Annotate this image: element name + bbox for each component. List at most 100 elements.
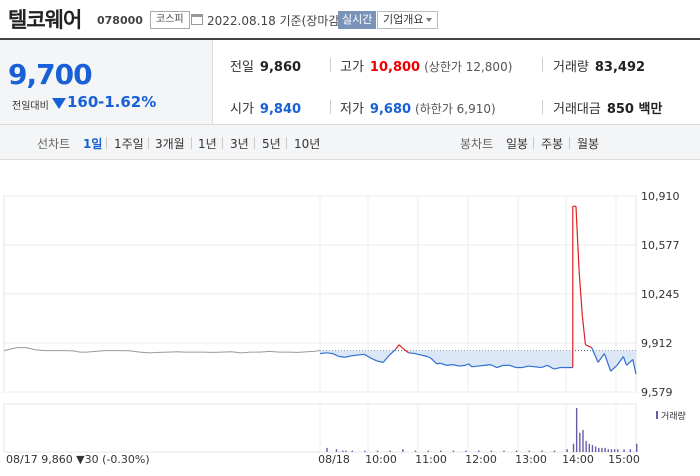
- volume-bar: [572, 443, 575, 452]
- x-tick-label: 14:00: [562, 453, 594, 466]
- volume-bar: [566, 449, 568, 452]
- volume-bar: [364, 450, 366, 452]
- price-segment: [326, 352, 333, 355]
- stock-code: 078000: [97, 14, 143, 27]
- divider: [222, 137, 223, 149]
- quote-value: 9,680: [369, 102, 412, 117]
- divider: [148, 137, 149, 149]
- volume-bar: [582, 430, 584, 452]
- volume-bar: [440, 450, 442, 452]
- price-segment: [581, 315, 587, 345]
- market-badge: 코스피: [150, 11, 190, 29]
- volume-bar: [623, 449, 625, 452]
- base-date: 2022.08.18 기준(장마감): [207, 14, 345, 28]
- quote-value: 83,492: [594, 60, 646, 75]
- price-segment: [398, 344, 403, 349]
- candle-weekly[interactable]: 주봉: [541, 135, 563, 152]
- x-tick-label: 15:00: [608, 453, 640, 466]
- divider: [191, 137, 192, 149]
- chart-grid: [3, 195, 637, 453]
- price-segment: [351, 354, 358, 357]
- quote-label: 고가: [340, 60, 364, 75]
- chevron-down-icon: [426, 18, 433, 22]
- quote-amount: 거래대금 850 백만: [553, 98, 662, 117]
- price-chart[interactable]: 10,910 10,577 10,245 9,912 9,579 08/18 10:00 1…: [0, 186, 700, 476]
- quote-sub: (하한가 6,910): [415, 102, 496, 116]
- quote-volume: 거래량 83,492: [553, 56, 645, 75]
- stock-header: 텔코웨어 078000 코스피 2022.08.18 기준(장마감) 실시간 기…: [0, 0, 700, 38]
- volume-bar: [326, 447, 328, 452]
- divider: [542, 100, 543, 114]
- price-change: 160: [67, 93, 99, 111]
- quote-label: 거래대금: [553, 102, 601, 117]
- volume-legend-swatch: [656, 411, 658, 419]
- volume-bar: [610, 449, 613, 452]
- y-tick-label: 9,579: [641, 386, 673, 399]
- divider: [533, 137, 534, 149]
- stock-name: 텔코웨어: [8, 8, 82, 32]
- quote-low: 저가 9,680 (하한가 6,910): [340, 98, 496, 117]
- overview-label: 기업개요: [383, 13, 424, 26]
- volume-bar: [636, 443, 638, 452]
- y-tick-label: 10,577: [641, 239, 680, 252]
- period-5y[interactable]: 5년: [262, 135, 281, 152]
- volume-bars: [326, 408, 638, 452]
- volume-bar: [553, 450, 556, 452]
- volume-bar: [345, 450, 347, 452]
- calendar-icon: [191, 14, 203, 25]
- quote-value: 9,840: [259, 102, 302, 117]
- price-segment: [575, 206, 580, 272]
- realtime-button[interactable]: 실시간: [338, 11, 377, 29]
- divider: [569, 137, 570, 149]
- quote-open: 시가 9,840: [230, 98, 301, 117]
- price-segment: [436, 362, 441, 365]
- volume-bar: [588, 443, 590, 452]
- volume-bar: [528, 450, 530, 452]
- quote-sub: (상한가 12,800): [424, 60, 513, 74]
- down-arrow-icon: [52, 98, 66, 109]
- price-segment: [319, 352, 327, 355]
- price-segment: [534, 366, 542, 369]
- vs-prev-label: 전일대비: [12, 101, 49, 112]
- price-segment: [395, 344, 400, 350]
- volume-bar: [585, 441, 587, 452]
- period-1d[interactable]: 1일: [83, 135, 102, 152]
- y-tick-label: 10,910: [641, 190, 680, 203]
- divider: [542, 58, 543, 72]
- y-axis: 10,910 10,577 10,245 9,912 9,579: [641, 190, 680, 399]
- price-segment: [484, 364, 491, 366]
- volume-bar: [604, 447, 606, 452]
- volume-bar: [617, 449, 619, 452]
- current-price: 9,700: [8, 58, 93, 91]
- period-3m[interactable]: 3개월: [155, 135, 185, 152]
- volume-bar: [591, 445, 594, 452]
- price-segment: [585, 344, 593, 349]
- quote-label: 거래량: [553, 60, 589, 75]
- x-tick-label: 08/18: [318, 453, 350, 466]
- period-1y[interactable]: 1년: [198, 135, 217, 152]
- volume-bar: [575, 408, 578, 452]
- volume-bar: [541, 450, 543, 452]
- divider: [330, 58, 331, 72]
- candle-daily[interactable]: 일봉: [506, 135, 528, 152]
- x-tick-label: 10:00: [365, 453, 397, 466]
- volume-bar: [402, 449, 404, 452]
- period-10y[interactable]: 10년: [294, 135, 320, 152]
- price-segment: [357, 353, 365, 356]
- quote-label: 전일: [230, 60, 254, 75]
- period-selector: 선차트 1일 1주일 3개월 1년 3년 5년 10년 봉차트 일봉 주봉 월봉: [0, 124, 700, 160]
- prev-day-summary: 08/17 9,860 ▼30 (-0.30%): [6, 453, 150, 466]
- volume-bar: [427, 450, 429, 452]
- quote-prev-close: 전일 9,860: [230, 56, 301, 75]
- period-1w[interactable]: 1주일: [114, 135, 144, 152]
- period-3y[interactable]: 3년: [230, 135, 249, 152]
- price-segment: [471, 365, 479, 368]
- volume-bar: [490, 450, 493, 452]
- line-chart-label: 선차트: [37, 137, 71, 151]
- candle-monthly[interactable]: 월봉: [577, 135, 599, 152]
- company-overview-dropdown[interactable]: 기업개요: [377, 11, 439, 29]
- volume-legend: 거래량: [661, 410, 686, 422]
- quote-label: 시가: [230, 102, 254, 117]
- x-tick-label: 13:00: [515, 453, 547, 466]
- volume-bar: [601, 447, 603, 452]
